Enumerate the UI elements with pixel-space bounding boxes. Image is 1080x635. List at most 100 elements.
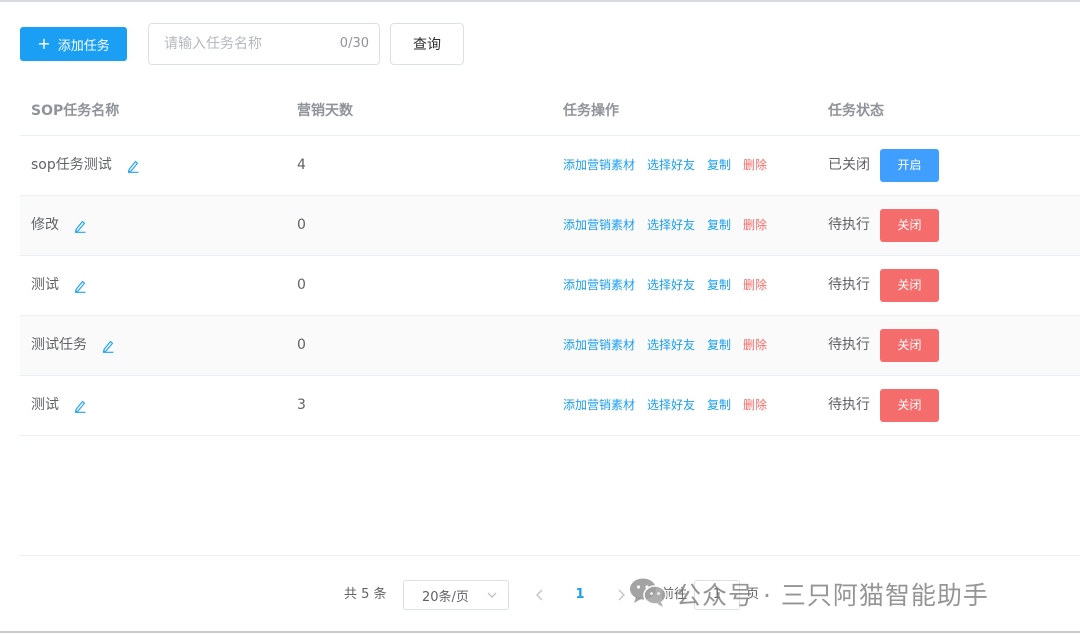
edit-icon[interactable] xyxy=(101,339,115,353)
status-wrap: 待执行 关闭 xyxy=(828,196,939,255)
operations-cell: 添加营销素材 选择好友 复制 删除 xyxy=(563,316,767,375)
page-size-select[interactable]: 20条/页 xyxy=(403,580,509,610)
add-task-button[interactable]: + 添加任务 xyxy=(20,27,127,61)
page-size-value: 20条/页 xyxy=(422,589,469,605)
task-name: 测试任务 xyxy=(31,337,87,353)
close-task-button[interactable]: 关闭 xyxy=(880,389,939,422)
bottom-divider xyxy=(0,631,1080,633)
task-name-input[interactable] xyxy=(149,24,334,64)
pagination-total: 共 5 条 xyxy=(344,587,387,602)
status-cell: 待执行 关闭 xyxy=(828,196,939,255)
status-cell: 待执行 关闭 xyxy=(828,316,939,375)
status-wrap: 已关闭 开启 xyxy=(828,136,939,195)
task-name-wrap: 测试 xyxy=(31,256,87,315)
add-material-link[interactable]: 添加营销素材 xyxy=(563,316,635,375)
add-material-link[interactable]: 添加营销素材 xyxy=(563,136,635,195)
task-name-wrap: 测试任务 xyxy=(31,316,115,375)
choose-friends-link[interactable]: 选择好友 xyxy=(647,196,695,255)
add-task-label: 添加任务 xyxy=(57,38,110,54)
chevron-left-icon[interactable] xyxy=(533,587,547,607)
query-button[interactable]: 查询 xyxy=(390,23,464,65)
choose-friends-link[interactable]: 选择好友 xyxy=(647,256,695,315)
operations-cell: 添加营销素材 选择好友 复制 删除 xyxy=(563,136,767,195)
status-badge: 已关闭 xyxy=(828,157,870,173)
close-task-button[interactable]: 关闭 xyxy=(880,209,939,242)
table-row: 修改 0 添加营销素材 选择好友 复制 删除 待执行 关闭 xyxy=(20,196,1080,256)
copy-link[interactable]: 复制 xyxy=(707,136,731,195)
status-wrap: 待执行 关闭 xyxy=(828,376,939,435)
status-wrap: 待执行 关闭 xyxy=(828,256,939,315)
delete-link[interactable]: 删除 xyxy=(743,196,767,255)
toolbar: + 添加任务 0/30 查询 xyxy=(20,23,1060,65)
pagination: 共 5 条 20条/页 1 前往 1 页 xyxy=(0,579,1080,611)
edit-icon[interactable] xyxy=(73,219,87,233)
chevron-down-icon xyxy=(486,589,498,605)
operations-cell: 添加营销素材 选择好友 复制 删除 xyxy=(563,376,767,435)
delete-link[interactable]: 删除 xyxy=(743,376,767,435)
marketing-days: 3 xyxy=(297,397,306,413)
table-body: sop任务测试 4 添加营销素材 选择好友 复制 删除 已关闭 开启 修改 0 添加营销素材 选择好友… xyxy=(20,136,1080,436)
table-row: sop任务测试 4 添加营销素材 选择好友 复制 删除 已关闭 开启 xyxy=(20,136,1080,196)
status-badge: 待执行 xyxy=(828,277,870,293)
task-name-cell: 修改 xyxy=(31,196,87,255)
choose-friends-link[interactable]: 选择好友 xyxy=(647,376,695,435)
goto-page-input[interactable]: 1 xyxy=(694,580,740,610)
choose-friends-link[interactable]: 选择好友 xyxy=(647,136,695,195)
column-header-days: 营销天数 xyxy=(297,103,353,119)
status-cell: 待执行 关闭 xyxy=(828,376,939,435)
column-header-operations: 任务操作 xyxy=(563,103,619,119)
top-divider xyxy=(0,0,1080,2)
table-header: SOP任务名称 营销天数 任务操作 任务状态 xyxy=(20,87,1080,136)
copy-link[interactable]: 复制 xyxy=(707,376,731,435)
delete-link[interactable]: 删除 xyxy=(743,256,767,315)
close-task-button[interactable]: 关闭 xyxy=(880,329,939,362)
task-name-wrap: 修改 xyxy=(31,196,87,255)
edit-icon[interactable] xyxy=(73,279,87,293)
status-wrap: 待执行 关闭 xyxy=(828,316,939,375)
task-table: SOP任务名称 营销天数 任务操作 任务状态 sop任务测试 4 添加营销素材 选择好… xyxy=(20,87,1080,436)
operations-links: 添加营销素材 选择好友 复制 删除 xyxy=(563,196,767,255)
delete-link[interactable]: 删除 xyxy=(743,136,767,195)
marketing-days: 4 xyxy=(297,157,306,173)
task-name-cell: 测试任务 xyxy=(31,316,115,375)
operations-cell: 添加营销素材 选择好友 复制 删除 xyxy=(563,196,767,255)
status-badge: 待执行 xyxy=(828,397,870,413)
task-name-wrap: 测试 xyxy=(31,376,87,435)
operations-links: 添加营销素材 选择好友 复制 删除 xyxy=(563,136,767,195)
plus-icon: + xyxy=(37,34,51,53)
goto-label: 前往 xyxy=(661,587,688,602)
table-row: 测试 3 添加营销素材 选择好友 复制 删除 待执行 关闭 xyxy=(20,376,1080,436)
task-name-cell: 测试 xyxy=(31,376,87,435)
status-badge: 待执行 xyxy=(828,217,870,233)
task-name-search: 0/30 xyxy=(148,23,380,65)
task-name: 测试 xyxy=(31,277,59,293)
delete-link[interactable]: 删除 xyxy=(743,316,767,375)
open-task-button[interactable]: 开启 xyxy=(880,149,939,182)
chevron-right-icon[interactable] xyxy=(614,587,628,607)
footer-divider xyxy=(20,555,1080,556)
add-material-link[interactable]: 添加营销素材 xyxy=(563,256,635,315)
add-material-link[interactable]: 添加营销素材 xyxy=(563,196,635,255)
operations-links: 添加营销素材 选择好友 复制 删除 xyxy=(563,256,767,315)
status-cell: 已关闭 开启 xyxy=(828,136,939,195)
copy-link[interactable]: 复制 xyxy=(707,196,731,255)
add-material-link[interactable]: 添加营销素材 xyxy=(563,376,635,435)
page-number-current[interactable]: 1 xyxy=(570,579,590,611)
edit-icon[interactable] xyxy=(126,159,140,173)
operations-links: 添加营销素材 选择好友 复制 删除 xyxy=(563,316,767,375)
edit-icon[interactable] xyxy=(73,399,87,413)
copy-link[interactable]: 复制 xyxy=(707,316,731,375)
task-name-cell: 测试 xyxy=(31,256,87,315)
close-task-button[interactable]: 关闭 xyxy=(880,269,939,302)
goto-unit: 页 xyxy=(746,587,760,602)
task-name: sop任务测试 xyxy=(31,157,112,173)
copy-link[interactable]: 复制 xyxy=(707,256,731,315)
choose-friends-link[interactable]: 选择好友 xyxy=(647,316,695,375)
marketing-days: 0 xyxy=(297,277,306,293)
status-cell: 待执行 关闭 xyxy=(828,256,939,315)
operations-cell: 添加营销素材 选择好友 复制 删除 xyxy=(563,256,767,315)
column-header-name: SOP任务名称 xyxy=(31,103,120,119)
task-name-cell: sop任务测试 xyxy=(31,136,140,195)
char-counter: 0/30 xyxy=(339,36,369,51)
table-row: 测试任务 0 添加营销素材 选择好友 复制 删除 待执行 关闭 xyxy=(20,316,1080,376)
